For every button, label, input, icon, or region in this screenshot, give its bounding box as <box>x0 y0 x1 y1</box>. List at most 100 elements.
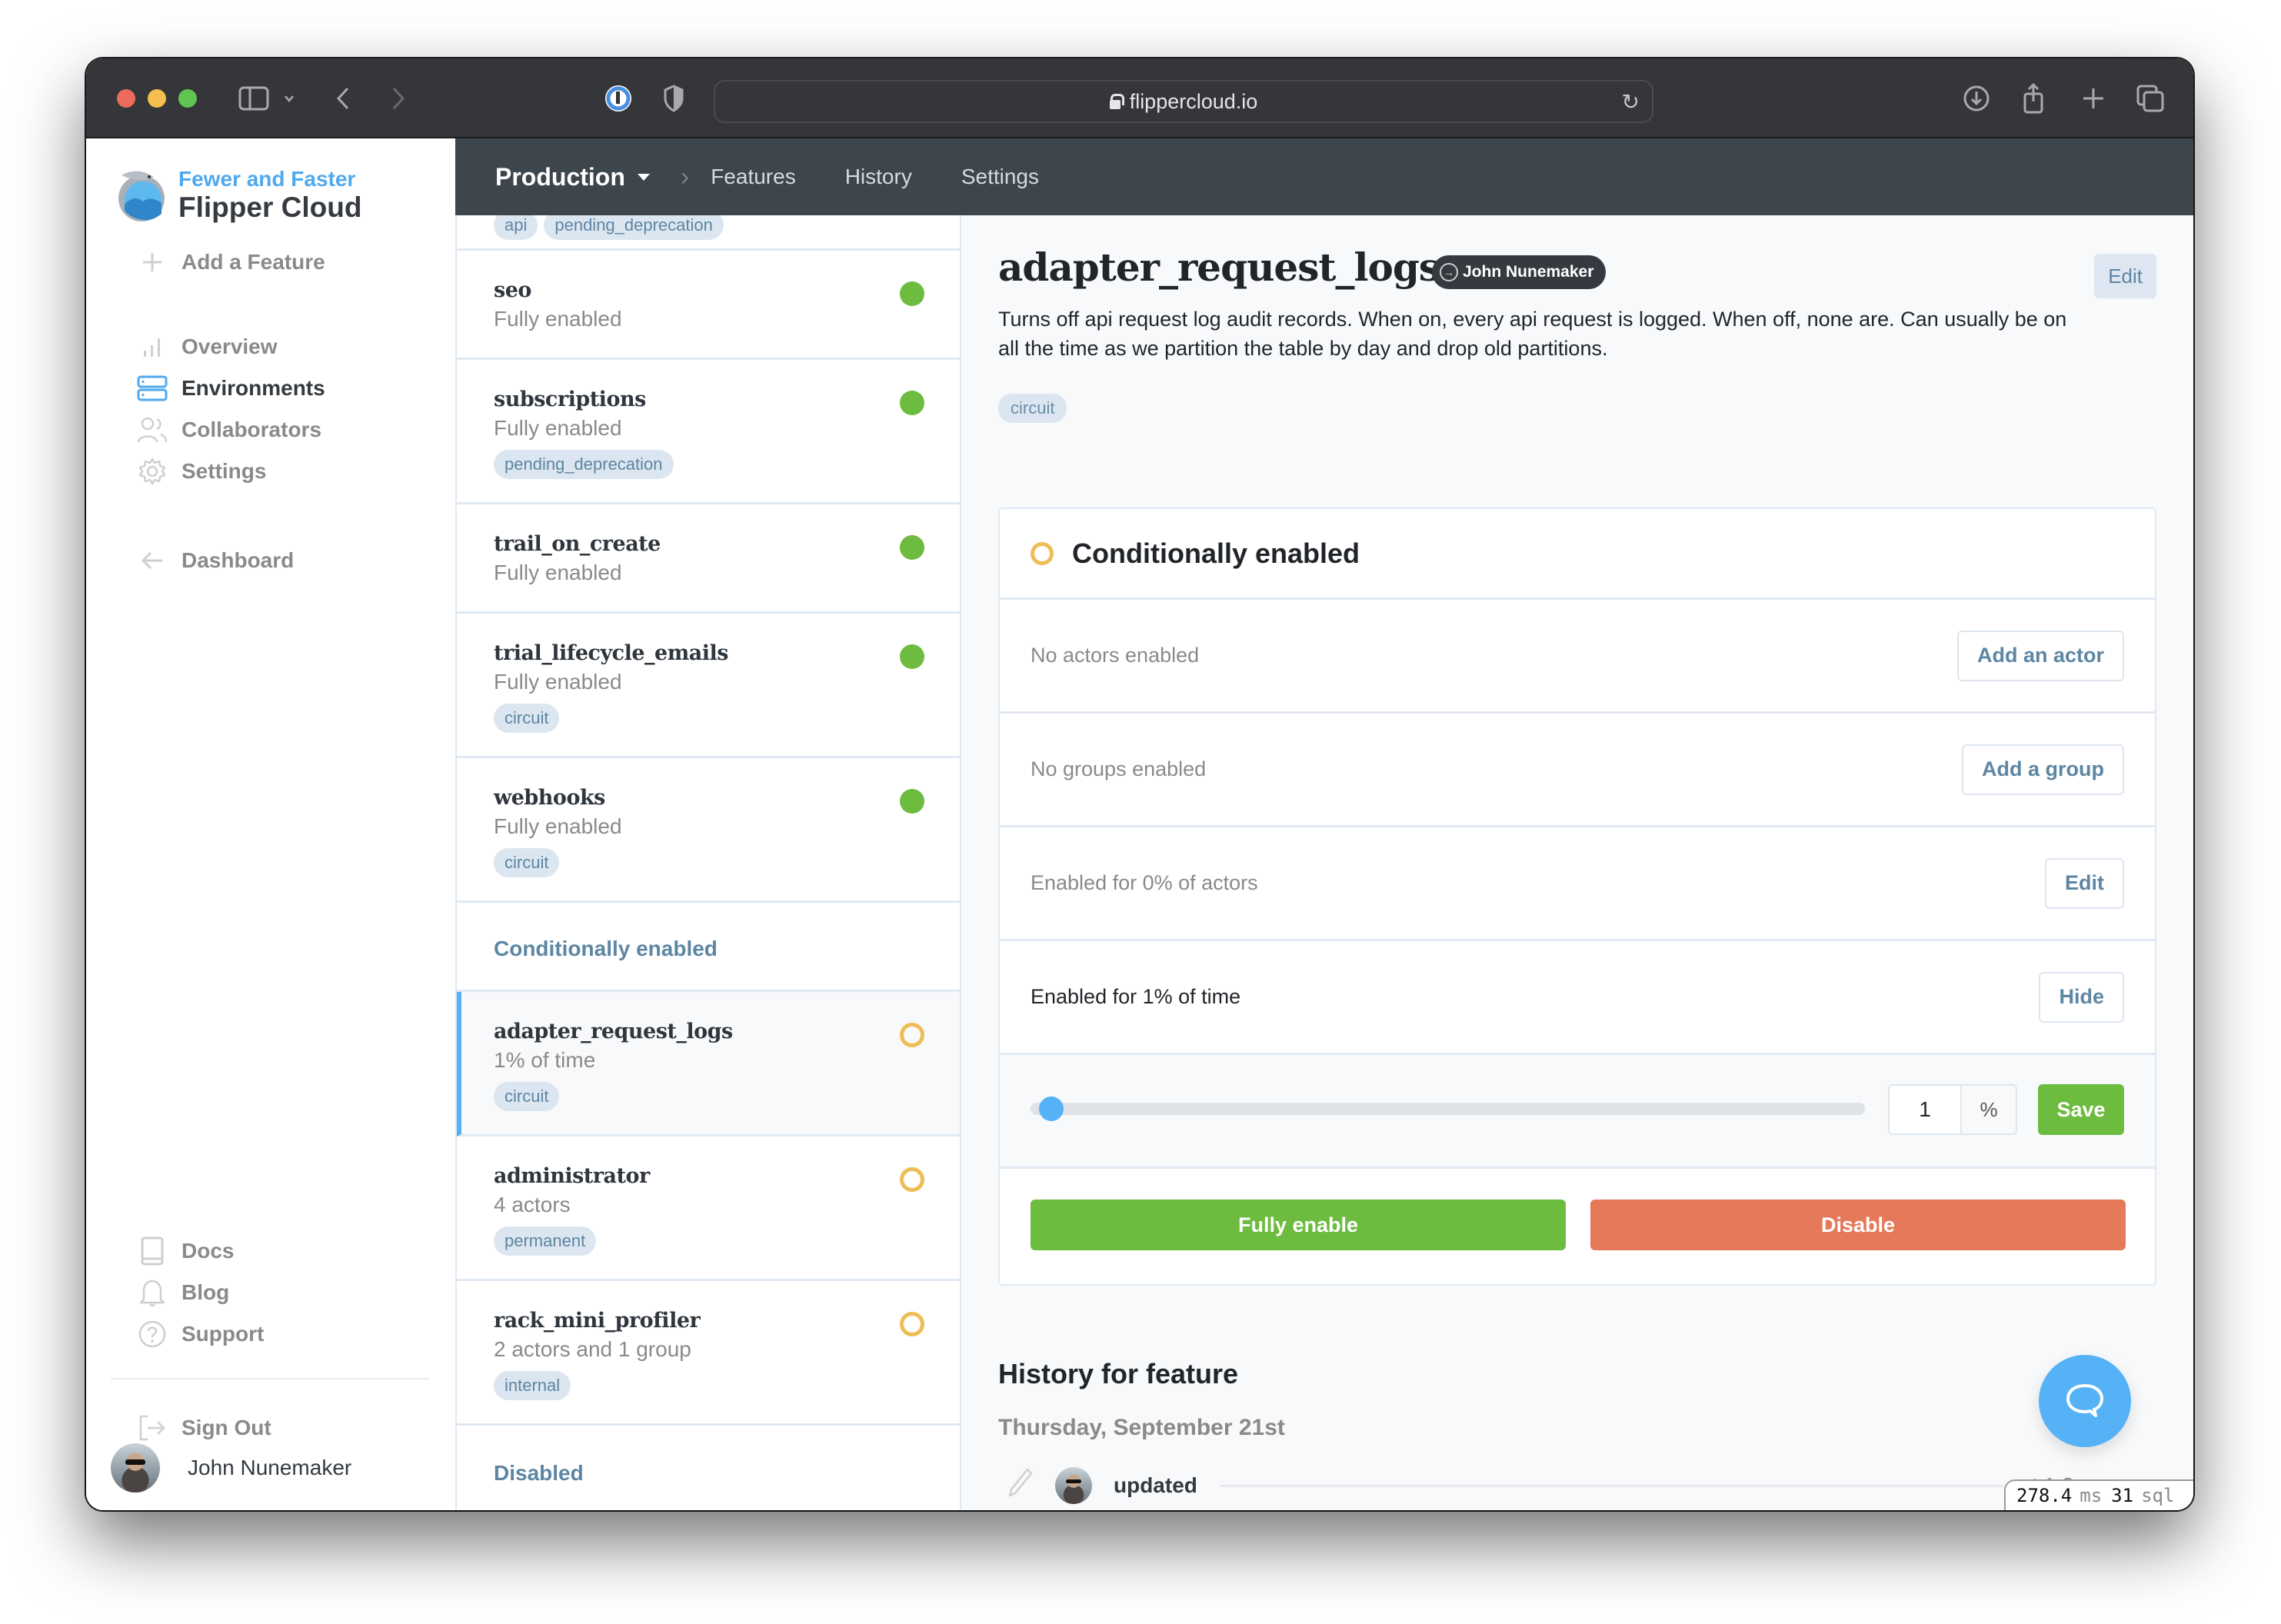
environment-name: Production <box>495 162 625 191</box>
feature-name: trail_on_create <box>494 532 661 556</box>
sidebar-item-environments[interactable]: Environments <box>137 371 325 406</box>
chat-button[interactable] <box>2039 1355 2131 1447</box>
profiler-sql: 31 <box>2111 1485 2134 1506</box>
actors-row: No actors enabled Add an actor <box>1000 600 2155 714</box>
forward-icon[interactable] <box>386 78 411 118</box>
percentage-time-slider[interactable] <box>1031 1097 1865 1121</box>
sign-out-label: Sign Out <box>181 1416 271 1439</box>
add-group-button[interactable]: Add a group <box>1962 744 2124 795</box>
feature-list-item[interactable]: api pending_deprecation <box>457 215 960 251</box>
edit-percentage-actors-button[interactable]: Edit <box>2045 857 2124 909</box>
support-label: Support <box>181 1322 265 1346</box>
history-date: Thursday, September 21st <box>998 1415 1285 1440</box>
feature-name: administrator <box>494 1164 650 1188</box>
percentage-actors-row: Enabled for 0% of actors Edit <box>1000 827 2155 941</box>
feature-list-item[interactable]: subscriptions Fully enabled pending_depr… <box>457 360 960 504</box>
privacy-shield-icon[interactable] <box>661 78 686 118</box>
enabled-status-icon <box>900 535 924 560</box>
back-icon[interactable] <box>331 78 355 118</box>
save-button[interactable]: Save <box>2038 1084 2124 1135</box>
environment-switcher[interactable]: Production <box>495 163 650 191</box>
owner-badge[interactable]: → John Nunemaker <box>1432 255 1607 289</box>
sidebar-item-overview[interactable]: Overview <box>137 329 278 364</box>
chevron-down-icon[interactable] <box>280 78 298 118</box>
share-icon[interactable] <box>2018 78 2049 118</box>
feature-list-item[interactable]: seo Fully enabled <box>457 251 960 360</box>
docs-link[interactable]: Docs <box>137 1233 234 1269</box>
hide-percentage-time-button[interactable]: Hide <box>2039 971 2124 1023</box>
feature-title: adapter_request_logs <box>998 245 1440 290</box>
feature-tag: internal <box>494 1371 571 1400</box>
add-feature-label: Add a Feature <box>181 250 325 274</box>
sidebar-divider <box>111 1378 429 1379</box>
sign-out-link[interactable]: Sign Out <box>137 1410 271 1446</box>
disabled-section-heading: Disabled <box>494 1461 584 1485</box>
bell-icon <box>137 1277 168 1308</box>
feature-tag[interactable]: circuit <box>998 394 1067 423</box>
downloads-icon[interactable] <box>1961 78 1992 118</box>
feature-status: Fully enabled <box>494 814 622 838</box>
close-window-button[interactable] <box>117 89 135 108</box>
password-manager-icon[interactable] <box>603 78 634 118</box>
feature-status: Fully enabled <box>494 416 622 440</box>
sidebar-toggle-icon[interactable] <box>237 78 271 118</box>
sidebar-item-label: Overview <box>181 334 278 358</box>
disable-button[interactable]: Disable <box>1590 1200 2126 1250</box>
flipper-logo-icon <box>118 171 165 221</box>
nav-history[interactable]: History <box>845 165 912 189</box>
feature-list-item-selected[interactable]: adapter_request_logs 1% of time circuit <box>457 992 960 1136</box>
tab-overview-icon[interactable] <box>2135 78 2166 118</box>
slider-handle[interactable] <box>1038 1097 1064 1121</box>
groups-label: No groups enabled <box>1031 757 1207 780</box>
zoom-window-button[interactable] <box>178 89 197 108</box>
feature-list-item[interactable]: trail_on_create Fully enabled <box>457 504 960 614</box>
top-nav: Production › Features History Settings <box>455 138 2193 215</box>
add-actor-button[interactable]: Add an actor <box>1956 630 2124 681</box>
feature-tag: permanent <box>494 1226 597 1256</box>
add-feature-link[interactable]: Add a Feature <box>137 245 325 280</box>
feature-status: Fully enabled <box>494 307 622 331</box>
edit-feature-button[interactable]: Edit <box>2094 254 2156 298</box>
percentage-time-input[interactable] <box>1890 1086 1960 1133</box>
url-text: flippercloud.io <box>1129 89 1258 113</box>
blog-link[interactable]: Blog <box>137 1275 229 1310</box>
address-bar[interactable]: flippercloud.io ↻ <box>714 80 1653 123</box>
fully-enable-button[interactable]: Fully enable <box>1031 1200 1566 1250</box>
feature-list-item[interactable]: webhooks Fully enabled circuit <box>457 758 960 903</box>
sidebar-item-settings[interactable]: Settings <box>137 454 266 489</box>
support-link[interactable]: Support <box>137 1316 264 1352</box>
conditional-status-icon <box>900 1167 924 1192</box>
feature-name: adapter_request_logs <box>494 1020 733 1043</box>
feature-tag: circuit <box>494 1082 560 1111</box>
minimize-window-button[interactable] <box>148 89 166 108</box>
feature-list-item[interactable]: trial_lifecycle_emails Fully enabled cir… <box>457 614 960 758</box>
nav-settings[interactable]: Settings <box>961 165 1039 189</box>
browser-titlebar: flippercloud.io ↻ <box>86 58 2193 138</box>
owner-name: John Nunemaker <box>1463 263 1594 281</box>
history-divider <box>1220 1484 2005 1487</box>
profiler-ms: 278.4 <box>2016 1485 2073 1506</box>
feature-list-item[interactable]: administrator 4 actors permanent <box>457 1136 960 1281</box>
new-tab-icon[interactable] <box>2078 78 2109 118</box>
current-user[interactable]: John Nunemaker <box>111 1443 351 1493</box>
sidebar-item-collaborators[interactable]: Collaborators <box>137 412 321 448</box>
blog-label: Blog <box>181 1280 230 1304</box>
caret-down-icon <box>637 173 650 181</box>
dashboard-link[interactable]: Dashboard <box>137 543 294 578</box>
browser-window: flippercloud.io ↻ Fewer and Faster Flipp… <box>86 58 2193 1510</box>
sidebar-item-label: Environments <box>181 376 325 400</box>
feature-list-item[interactable]: rack_mini_profiler 2 actors and 1 group … <box>457 1281 960 1426</box>
feature-tag: circuit <box>494 848 560 877</box>
nav-features[interactable]: Features <box>711 165 796 189</box>
breadcrumb-chevron-icon: › <box>680 161 690 191</box>
feature-tag: circuit <box>494 704 560 733</box>
question-icon <box>137 1319 168 1349</box>
section-header: Conditionally enabled <box>457 903 960 992</box>
avatar <box>1055 1467 1092 1504</box>
feature-status: 1% of time <box>494 1048 596 1072</box>
arrow-right-circle-icon: → <box>1440 263 1458 281</box>
profiler-badge[interactable]: 278.4 ms 31 sql <box>2004 1479 2193 1510</box>
brand[interactable]: Fewer and Faster Flipper Cloud <box>114 166 361 225</box>
history-entry: updated at 1:2 ••• <box>1007 1463 2156 1509</box>
reload-icon[interactable]: ↻ <box>1622 89 1640 115</box>
